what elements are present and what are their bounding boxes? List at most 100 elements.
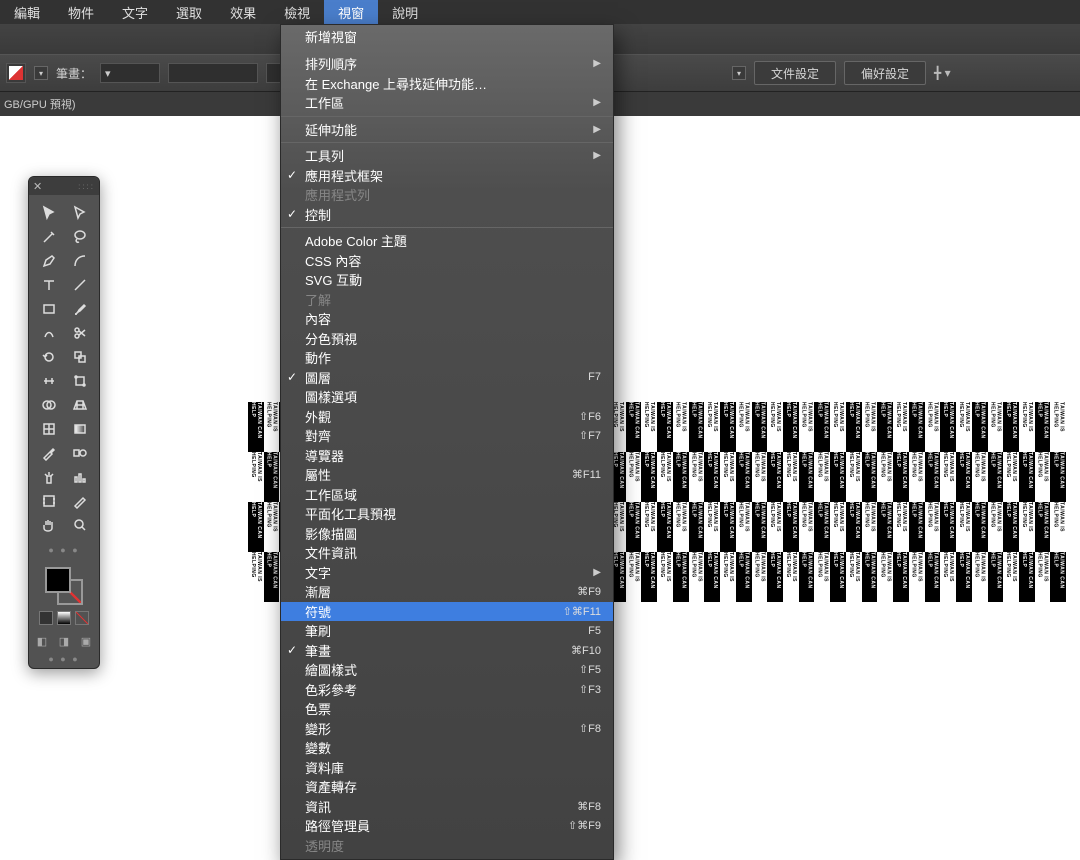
close-icon[interactable]: ✕ xyxy=(33,180,42,193)
fill-swatch[interactable] xyxy=(45,567,71,593)
scissors-tool[interactable] xyxy=(64,321,95,345)
menu-item-CSS 內容[interactable]: CSS 內容 xyxy=(281,251,613,271)
gradient-tool[interactable] xyxy=(64,417,95,441)
none-mode-icon[interactable] xyxy=(75,611,89,625)
menu-item-漸層[interactable]: 漸層⌘F9 xyxy=(281,582,613,602)
menu-item-SVG 互動[interactable]: SVG 互動 xyxy=(281,270,613,290)
menu-視窗[interactable]: 視窗 xyxy=(324,0,378,24)
free-transform-tool[interactable] xyxy=(64,369,95,393)
hand-tool[interactable] xyxy=(33,513,64,537)
rotate-tool[interactable] xyxy=(33,345,64,369)
document-setup-label: 文件設定 xyxy=(771,65,819,82)
menu-item-在 Exchange 上尋找延伸功能…[interactable]: 在 Exchange 上尋找延伸功能… xyxy=(281,74,613,94)
preferences-button[interactable]: 偏好設定 xyxy=(844,61,926,85)
menu-item-內容[interactable]: 內容 xyxy=(281,309,613,329)
menu-item-筆刷[interactable]: 筆刷F5 xyxy=(281,621,613,641)
blend-tool[interactable] xyxy=(64,441,95,465)
column-graph-tool[interactable] xyxy=(64,465,95,489)
direct-selection-tool[interactable] xyxy=(64,201,95,225)
menu-item-資產轉存[interactable]: 資產轉存 xyxy=(281,777,613,797)
line-tool[interactable] xyxy=(64,273,95,297)
draw-inside-icon[interactable]: ▣ xyxy=(81,635,91,648)
menu-item-新增視窗[interactable]: 新增視窗 xyxy=(281,25,613,47)
scale-tool[interactable] xyxy=(64,345,95,369)
menu-item-圖層[interactable]: ✓圖層F7 xyxy=(281,368,613,388)
shaper-tool[interactable] xyxy=(33,321,64,345)
stroke-label: 筆畫： xyxy=(56,65,92,82)
menu-item-影像描圖[interactable]: 影像描圖 xyxy=(281,524,613,544)
type-tool[interactable] xyxy=(33,273,64,297)
menu-item-圖樣選項[interactable]: 圖樣選項 xyxy=(281,387,613,407)
menu-item-變形[interactable]: 變形⇧F8 xyxy=(281,719,613,739)
rectangle-tool[interactable] xyxy=(33,297,64,321)
menu-item-動作[interactable]: 動作 xyxy=(281,348,613,368)
stroke-style-dropdown[interactable] xyxy=(168,63,258,83)
slice-tool[interactable] xyxy=(64,489,95,513)
artboard-tool[interactable] xyxy=(33,489,64,513)
menu-item-平面化工具預視[interactable]: 平面化工具預視 xyxy=(281,504,613,524)
menu-效果[interactable]: 效果 xyxy=(216,0,270,24)
gradient-mode-icon[interactable] xyxy=(57,611,71,625)
selection-tool[interactable] xyxy=(33,201,64,225)
mesh-tool[interactable] xyxy=(33,417,64,441)
menu-item-符號[interactable]: 符號⇧⌘F11 xyxy=(281,602,613,622)
menu-item-外觀[interactable]: 外觀⇧F6 xyxy=(281,407,613,427)
menu-item-延伸功能[interactable]: 延伸功能▶ xyxy=(281,120,613,140)
menu-item-排列順序[interactable]: 排列順序▶ xyxy=(281,54,613,74)
fill-dropdown[interactable]: ▾ xyxy=(34,66,48,80)
menu-item-應用程式列: 應用程式列 xyxy=(281,185,613,205)
window-menu-dropdown: 新增視窗排列順序▶在 Exchange 上尋找延伸功能…工作區▶ 延伸功能▶ 工具列… xyxy=(280,24,614,860)
menu-item-了解: 了解 xyxy=(281,290,613,310)
opacity-dropdown[interactable]: ▾ xyxy=(732,66,746,80)
width-tool[interactable] xyxy=(33,369,64,393)
lasso-tool[interactable] xyxy=(64,225,95,249)
menu-item-路徑管理員[interactable]: 路徑管理員⇧⌘F9 xyxy=(281,816,613,836)
pen-tool[interactable] xyxy=(33,249,64,273)
menu-item-繪圖樣式[interactable]: 繪圖樣式⇧F5 xyxy=(281,660,613,680)
paintbrush-tool[interactable] xyxy=(64,297,95,321)
draw-behind-icon[interactable]: ◨ xyxy=(59,635,69,648)
magic-wand-tool[interactable] xyxy=(33,225,64,249)
tools-panel-header[interactable]: ✕ :::: xyxy=(29,177,99,195)
menu-item-資訊[interactable]: 資訊⌘F8 xyxy=(281,797,613,817)
symbol-sprayer-tool[interactable] xyxy=(33,465,64,489)
menu-item-屬性[interactable]: 屬性⌘F11 xyxy=(281,465,613,485)
shape-builder-tool[interactable] xyxy=(33,393,64,417)
menu-選取[interactable]: 選取 xyxy=(162,0,216,24)
align-icon[interactable]: ╋ ▾ xyxy=(934,66,951,80)
tools-more[interactable]: ● ● ● xyxy=(29,543,99,559)
document-setup-button[interactable]: 文件設定 xyxy=(754,61,836,85)
menu-item-色票[interactable]: 色票 xyxy=(281,699,613,719)
menu-item-導覽器[interactable]: 導覽器 xyxy=(281,446,613,466)
screen-mode[interactable]: ● ● ● xyxy=(29,652,99,668)
curvature-tool[interactable] xyxy=(64,249,95,273)
menu-item-應用程式框架[interactable]: ✓應用程式框架 xyxy=(281,166,613,186)
menu-item-色彩參考[interactable]: 色彩參考⇧F3 xyxy=(281,680,613,700)
eyedropper-tool[interactable] xyxy=(33,441,64,465)
menu-檢視[interactable]: 檢視 xyxy=(270,0,324,24)
menu-item-文件資訊[interactable]: 文件資訊 xyxy=(281,543,613,563)
draw-normal-icon[interactable]: ◧ xyxy=(37,635,47,648)
stroke-weight-input[interactable]: ▾ xyxy=(100,63,160,83)
menu-item-變數[interactable]: 變數 xyxy=(281,738,613,758)
color-swatches xyxy=(29,559,99,631)
grip-icon[interactable]: :::: xyxy=(78,182,95,191)
menu-item-工作區[interactable]: 工作區▶ xyxy=(281,93,613,113)
menu-item-分色預視[interactable]: 分色預視 xyxy=(281,329,613,349)
zoom-tool[interactable] xyxy=(64,513,95,537)
menu-item-控制[interactable]: ✓控制 xyxy=(281,205,613,225)
menu-編輯[interactable]: 編輯 xyxy=(0,0,54,24)
perspective-grid-tool[interactable] xyxy=(64,393,95,417)
tools-panel: ✕ :::: ● ● ● xyxy=(28,176,100,669)
menu-物件[interactable]: 物件 xyxy=(54,0,108,24)
menu-說明[interactable]: 說明 xyxy=(378,0,432,24)
menu-item-Adobe Color 主題[interactable]: Adobe Color 主題 xyxy=(281,231,613,251)
menu-item-對齊[interactable]: 對齊⇧F7 xyxy=(281,426,613,446)
menu-文字[interactable]: 文字 xyxy=(108,0,162,24)
color-mode-icon[interactable] xyxy=(39,611,53,625)
menu-item-筆畫[interactable]: ✓筆畫⌘F10 xyxy=(281,641,613,661)
menu-item-文字[interactable]: 文字▶ xyxy=(281,563,613,583)
menu-item-資料庫[interactable]: 資料庫 xyxy=(281,758,613,778)
menu-item-工具列[interactable]: 工具列▶ xyxy=(281,146,613,166)
menu-item-工作區域[interactable]: 工作區域 xyxy=(281,485,613,505)
